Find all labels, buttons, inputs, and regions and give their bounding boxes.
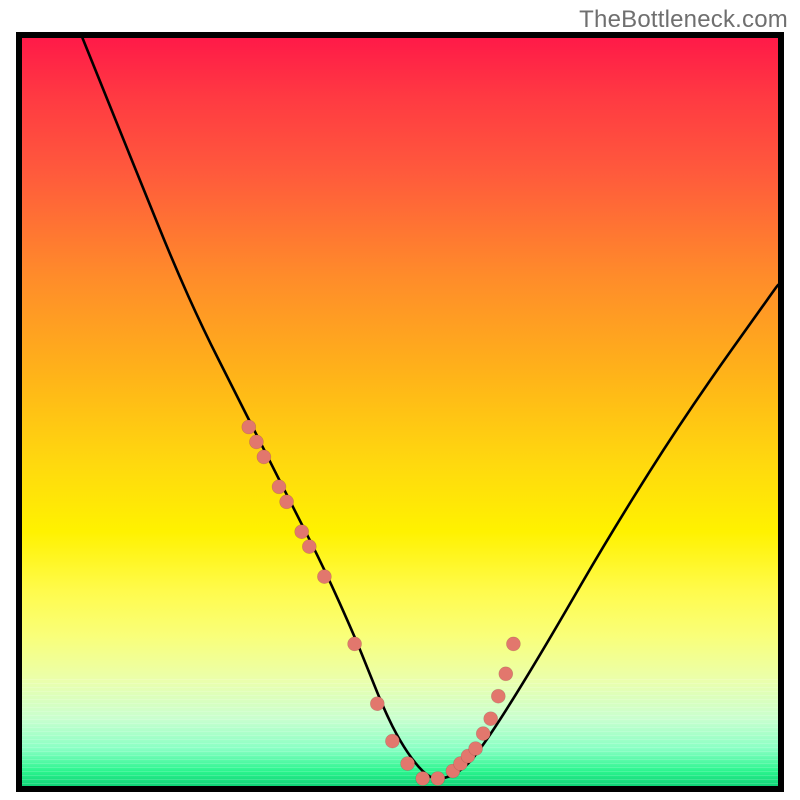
sample-point — [491, 689, 505, 703]
sample-points-group — [242, 420, 521, 786]
sample-point — [416, 772, 430, 786]
sample-point — [295, 525, 309, 539]
bottleneck-curve — [83, 38, 779, 779]
sample-point — [476, 727, 490, 741]
sample-point — [499, 667, 513, 681]
sample-point — [385, 734, 399, 748]
sample-point — [348, 637, 362, 651]
sample-point — [401, 757, 415, 771]
watermark-text: TheBottleneck.com — [579, 6, 788, 34]
sample-point — [469, 742, 483, 756]
sample-point — [249, 435, 263, 449]
sample-point — [506, 637, 520, 651]
sample-point — [242, 420, 256, 434]
sample-point — [280, 495, 294, 509]
sample-point — [317, 570, 331, 584]
sample-point — [272, 480, 286, 494]
sample-point — [302, 540, 316, 554]
sample-point — [431, 772, 445, 786]
sample-point — [484, 712, 498, 726]
curve-svg — [22, 38, 778, 786]
chart-frame — [16, 32, 784, 792]
sample-point — [257, 450, 271, 464]
sample-point — [370, 697, 384, 711]
